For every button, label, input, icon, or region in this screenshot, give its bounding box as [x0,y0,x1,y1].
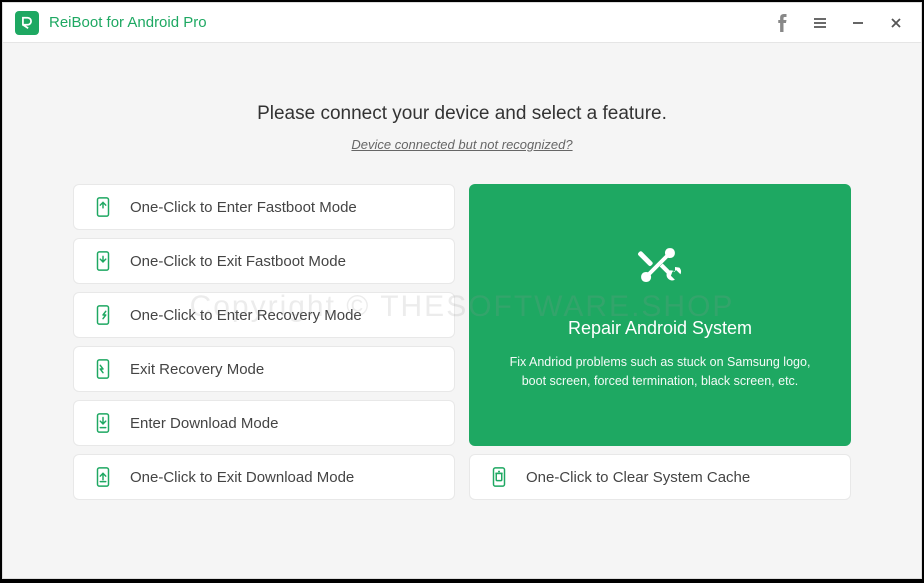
feature-grid: One-Click to Enter Fastboot Mode One-Cli… [73,184,851,500]
repair-title: Repair Android System [568,318,752,339]
enter-download-button[interactable]: Enter Download Mode [73,400,455,446]
exit-recovery-button[interactable]: Exit Recovery Mode [73,346,455,392]
menu-button[interactable] [803,6,837,40]
tools-icon [635,240,685,290]
left-column: One-Click to Enter Fastboot Mode One-Cli… [73,184,455,500]
feature-label: One-Click to Clear System Cache [526,469,750,486]
enter-download-icon [92,412,114,434]
main-content: Please connect your device and select a … [3,43,921,578]
app-title: ReiBoot for Android Pro [49,14,765,31]
page-heading: Please connect your device and select a … [257,103,667,125]
feature-label: One-Click to Exit Fastboot Mode [130,253,346,270]
app-logo [15,11,39,35]
repair-system-card[interactable]: Repair Android System Fix Andriod proble… [469,184,851,446]
minimize-button[interactable] [841,6,875,40]
exit-fastboot-button[interactable]: One-Click to Exit Fastboot Mode [73,238,455,284]
feature-label: One-Click to Enter Fastboot Mode [130,199,357,216]
feature-label: Enter Download Mode [130,415,278,432]
close-button[interactable] [879,6,913,40]
app-window: ReiBoot for Android Pro Please connect y… [2,2,922,579]
right-column: Repair Android System Fix Andriod proble… [469,184,851,500]
enter-fastboot-icon [92,196,114,218]
title-controls [765,6,913,40]
feature-label: Exit Recovery Mode [130,361,264,378]
exit-recovery-icon [92,358,114,380]
feature-label: One-Click to Enter Recovery Mode [130,307,362,324]
device-help-link[interactable]: Device connected but not recognized? [351,137,572,152]
exit-fastboot-icon [92,250,114,272]
facebook-button[interactable] [765,6,799,40]
title-bar: ReiBoot for Android Pro [3,3,921,43]
enter-recovery-button[interactable]: One-Click to Enter Recovery Mode [73,292,455,338]
enter-recovery-icon [92,304,114,326]
clear-cache-button[interactable]: One-Click to Clear System Cache [469,454,851,500]
exit-download-icon [92,466,114,488]
enter-fastboot-button[interactable]: One-Click to Enter Fastboot Mode [73,184,455,230]
feature-label: One-Click to Exit Download Mode [130,469,354,486]
exit-download-button[interactable]: One-Click to Exit Download Mode [73,454,455,500]
repair-description: Fix Andriod problems such as stuck on Sa… [499,353,821,391]
clear-cache-icon [488,466,510,488]
